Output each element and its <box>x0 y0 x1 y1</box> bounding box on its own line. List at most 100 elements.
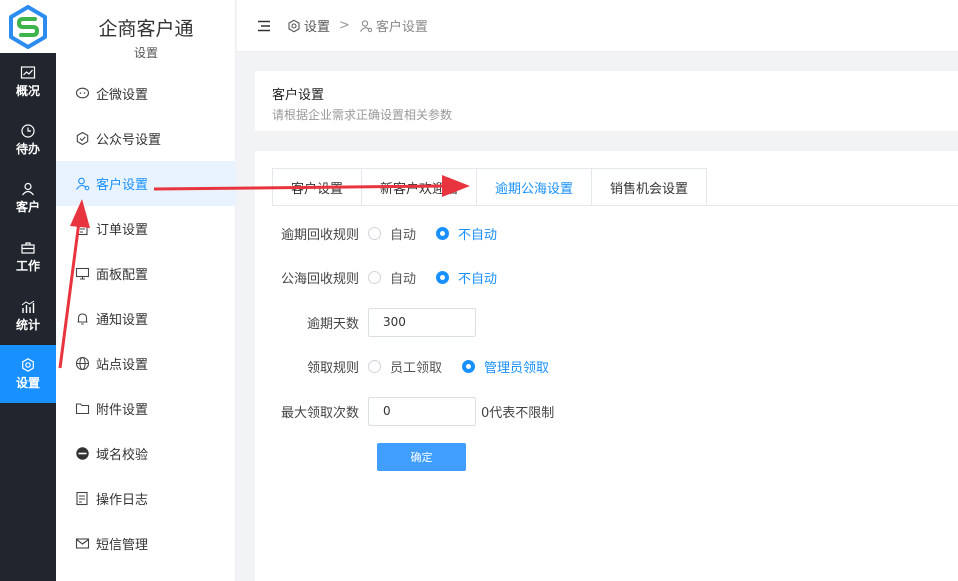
claim-rule-label: 领取规则 <box>306 360 359 376</box>
pool-rule-row: 公海回收规则 自动 不自动 <box>255 261 517 293</box>
submenu-label: 客户设置 <box>96 178 149 193</box>
submenu-item-customer[interactable]: 客户设置 <box>56 161 236 206</box>
max-claims-label: 最大领取次数 <box>280 405 359 421</box>
app-logo[interactable] <box>0 0 56 53</box>
tab-customer-settings[interactable]: 客户设置 <box>272 168 362 206</box>
submenu-label: 公众号设置 <box>96 133 162 148</box>
overdue-rule-manual-radio[interactable]: 不自动 <box>436 224 497 243</box>
submenu-label: 面板配置 <box>96 268 149 283</box>
submenu-item-sms[interactable]: 短信管理 <box>56 521 236 566</box>
page-title: 客户设置 <box>272 88 325 103</box>
overdue-rule-row: 逾期回收规则 自动 不自动 <box>255 217 517 249</box>
tab-bar: 客户设置 新客户欢迎语 逾期公海设置 销售机会设置 <box>272 168 708 206</box>
rail-item-overview[interactable]: 概况 <box>0 53 56 111</box>
submenu-item-official-account[interactable]: 公众号设置 <box>56 116 236 161</box>
submenu-item-log[interactable]: 操作日志 <box>56 476 236 521</box>
left-rail: 概况 待办 客户 工作 统计 设置 <box>0 0 56 581</box>
gear-icon <box>22 358 34 372</box>
wecom-icon <box>75 87 90 99</box>
claim-rule-row: 领取规则 员工领取 管理员领取 <box>255 350 569 382</box>
rail-label: 设置 <box>15 376 40 390</box>
radio-label: 不自动 <box>458 271 498 287</box>
chart-icon <box>20 66 36 79</box>
pool-rule-label: 公海回收规则 <box>280 271 359 287</box>
submenu-label: 域名校验 <box>96 448 149 463</box>
panel-icon <box>75 267 90 280</box>
radio-label: 管理员领取 <box>484 360 550 376</box>
log-icon <box>76 491 88 506</box>
breadcrumb-root[interactable]: 设置 <box>304 16 330 35</box>
user-icon <box>22 182 34 196</box>
briefcase-icon <box>21 242 35 254</box>
rail-item-settings[interactable]: 设置 <box>0 345 56 403</box>
radio-dot <box>368 359 381 373</box>
submenu-item-attachment[interactable]: 附件设置 <box>56 386 236 431</box>
official-account-icon <box>76 131 89 146</box>
globe-icon <box>75 356 90 371</box>
radio-label: 不自动 <box>458 227 498 243</box>
claim-rule-employee-radio[interactable]: 员工领取 <box>368 357 442 376</box>
folder-icon <box>75 403 90 415</box>
radio-dot <box>462 359 476 373</box>
rail-item-customer[interactable]: 客户 <box>0 169 56 227</box>
overdue-rule-auto-radio[interactable]: 自动 <box>368 224 416 243</box>
max-claims-row: 最大领取次数 0代表不限制 <box>255 395 554 427</box>
claim-rule-admin-radio[interactable]: 管理员领取 <box>462 357 549 376</box>
rail-item-work[interactable]: 工作 <box>0 228 56 286</box>
menu-toggle-icon[interactable] <box>257 19 271 33</box>
breadcrumb: 设置 > 客户设置 <box>287 16 428 35</box>
submenu-label: 操作日志 <box>96 493 149 508</box>
customer-icon <box>359 19 373 32</box>
top-header: 设置 > 客户设置 <box>237 0 958 52</box>
max-claims-input[interactable] <box>368 396 476 426</box>
submenu-item-wecom[interactable]: 企微设置 <box>56 71 236 116</box>
clock-icon <box>21 124 35 138</box>
submenu-item-site[interactable]: 站点设置 <box>56 341 236 386</box>
submenu-item-domain[interactable]: 域名校验 <box>56 431 236 476</box>
confirm-button[interactable]: 确定 <box>377 443 466 471</box>
radio-label: 自动 <box>390 227 417 243</box>
rail-label: 工作 <box>15 259 40 273</box>
domain-icon <box>76 447 89 460</box>
radio-dot <box>436 226 450 240</box>
submenu-item-notification[interactable]: 通知设置 <box>56 296 236 341</box>
tab-welcome-message[interactable]: 新客户欢迎语 <box>361 168 477 206</box>
radio-label: 自动 <box>390 271 417 287</box>
page-description: 请根据企业需求正确设置相关参数 <box>272 108 453 122</box>
page-header-card: 客户设置 请根据企业需求正确设置相关参数 <box>255 71 958 131</box>
submenu-label: 站点设置 <box>96 358 149 373</box>
stats-icon <box>21 300 35 313</box>
tab-divider <box>272 205 958 206</box>
overdue-days-row: 逾期天数 <box>255 306 476 338</box>
submenu-label: 通知设置 <box>96 313 149 328</box>
mail-icon <box>75 538 90 549</box>
breadcrumb-current: 客户设置 <box>375 20 428 35</box>
submenu-item-order[interactable]: 订单设置 <box>56 206 236 251</box>
tab-sales-opportunity-settings[interactable]: 销售机会设置 <box>591 168 708 206</box>
overdue-days-input[interactable] <box>368 307 476 337</box>
brand-title: 企商客户通 <box>98 18 194 40</box>
max-claims-hint: 0代表不限制 <box>481 405 555 421</box>
rail-label: 待办 <box>15 142 40 156</box>
radio-dot <box>368 226 381 240</box>
rail-item-todo[interactable]: 待办 <box>0 111 56 169</box>
pool-rule-manual-radio[interactable]: 不自动 <box>436 268 497 287</box>
pool-rule-auto-radio[interactable]: 自动 <box>368 268 416 287</box>
overdue-rule-label: 逾期回收规则 <box>280 227 359 243</box>
rail-label: 概况 <box>15 84 40 98</box>
bell-icon <box>77 313 88 325</box>
submenu-label: 企微设置 <box>96 88 149 103</box>
rail-label: 客户 <box>15 200 40 214</box>
settings-card: 客户设置 新客户欢迎语 逾期公海设置 销售机会设置 逾期回收规则 自动 不自动 … <box>255 151 958 581</box>
order-icon <box>77 221 88 236</box>
tab-overdue-pool-settings[interactable]: 逾期公海设置 <box>476 168 592 206</box>
submenu-label: 附件设置 <box>96 403 149 418</box>
rail-label: 统计 <box>15 318 40 332</box>
logo-icon <box>9 4 47 49</box>
radio-dot <box>368 270 381 284</box>
rail-item-stats[interactable]: 统计 <box>0 287 56 345</box>
gear-icon <box>288 19 300 32</box>
submenu-item-panel[interactable]: 面板配置 <box>56 251 236 296</box>
submenu-label: 短信管理 <box>96 538 149 553</box>
settings-submenu: 企商客户通 设置 企微设置 公众号设置 客户设置 订单设置 面板配置 通知设置 … <box>56 0 236 581</box>
